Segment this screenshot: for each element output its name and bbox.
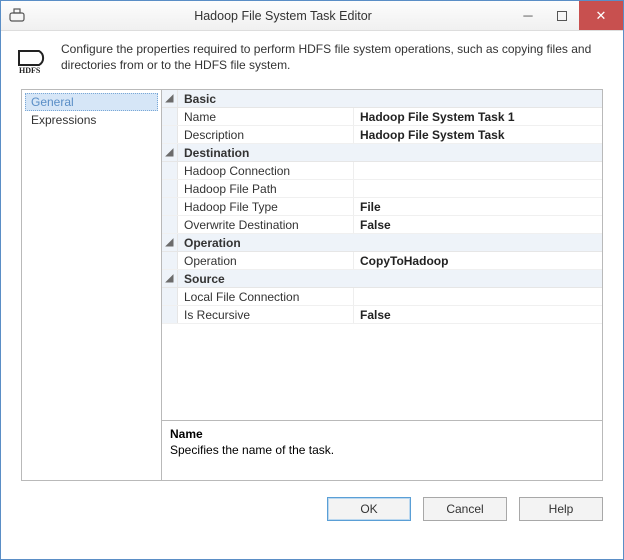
row-gutter (162, 306, 178, 323)
property-value[interactable] (354, 180, 602, 197)
property-name: Overwrite Destination (178, 216, 354, 233)
close-button[interactable]: ✕ (579, 1, 623, 30)
property-row[interactable]: Hadoop Connection (162, 162, 602, 180)
svg-text:HDFS: HDFS (19, 66, 41, 75)
header-description: Configure the properties required to per… (61, 41, 607, 73)
title-bar: Hadoop File System Task Editor ─ ✕ (1, 1, 623, 31)
row-gutter (162, 216, 178, 233)
category-label: Basic (178, 90, 354, 107)
category-label: Operation (178, 234, 354, 251)
property-value[interactable] (354, 162, 602, 179)
property-value[interactable]: Hadoop File System Task (354, 126, 602, 143)
collapse-icon[interactable]: ◢ (162, 90, 178, 107)
property-name: Operation (178, 252, 354, 269)
nav-item-general[interactable]: General (25, 93, 158, 111)
nav-item-expressions[interactable]: Expressions (25, 111, 158, 129)
property-value[interactable]: False (354, 216, 602, 233)
property-category[interactable]: ◢Operation (162, 234, 602, 252)
property-value[interactable]: False (354, 306, 602, 323)
property-value[interactable]: CopyToHadoop (354, 252, 602, 269)
minimize-button[interactable]: ─ (511, 1, 545, 30)
property-row[interactable]: Hadoop File TypeFile (162, 198, 602, 216)
property-description-title: Name (170, 427, 594, 441)
row-gutter (162, 126, 178, 143)
property-row[interactable]: DescriptionHadoop File System Task (162, 126, 602, 144)
property-name: Hadoop File Type (178, 198, 354, 215)
property-value[interactable]: Hadoop File System Task 1 (354, 108, 602, 125)
property-row[interactable]: Overwrite DestinationFalse (162, 216, 602, 234)
property-row[interactable]: Is RecursiveFalse (162, 306, 602, 324)
property-pane: ◢BasicNameHadoop File System Task 1Descr… (162, 90, 602, 480)
row-gutter (162, 288, 178, 305)
hdfs-icon: HDFS (15, 41, 49, 75)
row-gutter (162, 108, 178, 125)
property-row[interactable]: NameHadoop File System Task 1 (162, 108, 602, 126)
property-value[interactable] (354, 288, 602, 305)
property-category[interactable]: ◢Basic (162, 90, 602, 108)
property-name: Name (178, 108, 354, 125)
property-description-text: Specifies the name of the task. (170, 443, 594, 457)
property-category[interactable]: ◢Source (162, 270, 602, 288)
app-icon (9, 8, 25, 24)
dialog-buttons: OK Cancel Help (1, 481, 623, 521)
ok-button[interactable]: OK (327, 497, 411, 521)
property-value[interactable]: File (354, 198, 602, 215)
collapse-icon[interactable]: ◢ (162, 234, 178, 251)
category-label: Source (178, 270, 354, 287)
property-name: Is Recursive (178, 306, 354, 323)
collapse-icon[interactable]: ◢ (162, 270, 178, 287)
property-grid[interactable]: ◢BasicNameHadoop File System Task 1Descr… (162, 90, 602, 420)
property-name: Local File Connection (178, 288, 354, 305)
property-category[interactable]: ◢Destination (162, 144, 602, 162)
row-gutter (162, 198, 178, 215)
main-panel: General Expressions ◢BasicNameHadoop Fil… (21, 89, 603, 481)
maximize-button[interactable] (545, 1, 579, 30)
header: HDFS Configure the properties required t… (1, 31, 623, 89)
row-gutter (162, 162, 178, 179)
property-name: Description (178, 126, 354, 143)
property-name: Hadoop Connection (178, 162, 354, 179)
collapse-icon[interactable]: ◢ (162, 144, 178, 161)
category-label: Destination (178, 144, 354, 161)
row-gutter (162, 252, 178, 269)
row-gutter (162, 180, 178, 197)
property-name: Hadoop File Path (178, 180, 354, 197)
help-button[interactable]: Help (519, 497, 603, 521)
property-row[interactable]: Local File Connection (162, 288, 602, 306)
property-row[interactable]: Hadoop File Path (162, 180, 602, 198)
property-description-pane: Name Specifies the name of the task. (162, 420, 602, 480)
category-nav: General Expressions (22, 90, 162, 480)
cancel-button[interactable]: Cancel (423, 497, 507, 521)
property-row[interactable]: OperationCopyToHadoop (162, 252, 602, 270)
